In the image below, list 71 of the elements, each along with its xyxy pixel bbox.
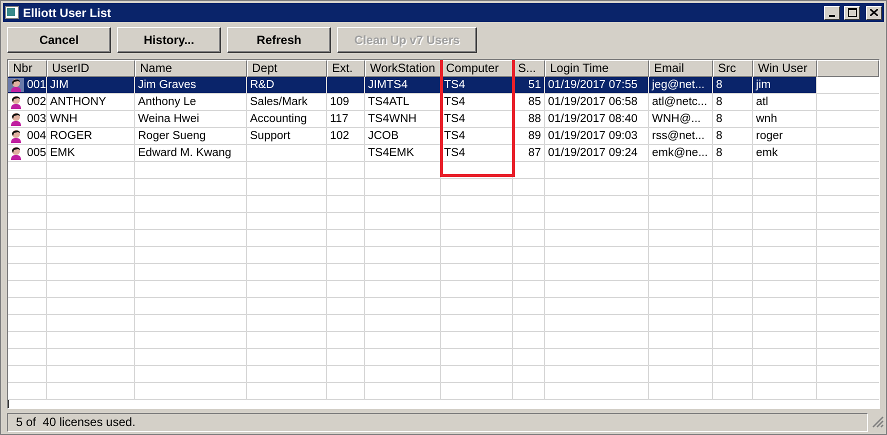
table-cell[interactable]: 002 (8, 94, 47, 111)
window-title: Elliott User List (23, 6, 112, 20)
table-cell[interactable]: TS4 (441, 94, 513, 111)
table-cell[interactable]: 01/19/2017 08:40 (545, 111, 649, 128)
status-bar: 5 of 40 licenses used. (7, 412, 868, 432)
table-cell[interactable]: 8 (713, 77, 753, 94)
table-cell[interactable]: 102 (327, 128, 365, 145)
table-cell[interactable]: 8 (713, 94, 753, 111)
toolbar-button[interactable]: History... (117, 27, 221, 53)
column-header[interactable]: Login Time (545, 60, 649, 77)
column-header[interactable]: Dept (247, 60, 327, 77)
table-cell[interactable]: emk@ne... (649, 145, 713, 162)
column-header[interactable]: Name (135, 60, 247, 77)
table-cell[interactable]: 89 (513, 128, 545, 145)
table-cell[interactable]: Roger Sueng (135, 128, 247, 145)
table-cell[interactable]: atl (753, 94, 817, 111)
table-cell[interactable]: JCOB (365, 128, 441, 145)
table-cell[interactable]: WNH (47, 111, 135, 128)
table-cell[interactable]: TS4 (441, 128, 513, 145)
table-cell[interactable]: atl@netc... (649, 94, 713, 111)
table-cell[interactable]: 8 (713, 145, 753, 162)
table-cell[interactable]: roger (753, 128, 817, 145)
table-cell[interactable]: Accounting (247, 111, 327, 128)
toolbar-button[interactable]: Cancel (7, 27, 111, 53)
table-cell[interactable]: 01/19/2017 09:24 (545, 145, 649, 162)
toolbar-button[interactable]: Refresh (227, 27, 331, 53)
table-cell[interactable]: Weina Hwei (135, 111, 247, 128)
table-cell[interactable]: EMK (47, 145, 135, 162)
table-cell[interactable]: TS4 (441, 77, 513, 94)
column-header[interactable]: Email (649, 60, 713, 77)
table-cell[interactable]: 117 (327, 111, 365, 128)
table-cell[interactable]: Support (247, 128, 327, 145)
column-header[interactable]: Nbr (8, 60, 47, 77)
table-cell[interactable]: 003 (8, 111, 47, 128)
table-cell[interactable]: R&D (247, 77, 327, 94)
table-cell[interactable]: JIMTS4 (365, 77, 441, 94)
column-header[interactable]: UserID (47, 60, 135, 77)
table-cell[interactable]: 51 (513, 77, 545, 94)
table-cell[interactable]: TS4 (441, 145, 513, 162)
table-cell[interactable]: 8 (713, 128, 753, 145)
table-cell[interactable]: ROGER (47, 128, 135, 145)
table-cell[interactable]: rss@net... (649, 128, 713, 145)
table-cell[interactable]: JIM (47, 77, 135, 94)
table-cell[interactable]: Jim Graves (135, 77, 247, 94)
table-cell[interactable]: WNH@... (649, 111, 713, 128)
table-cell[interactable]: 005 (8, 145, 47, 162)
column-header[interactable]: Src (713, 60, 753, 77)
table-cell[interactable]: 01/19/2017 06:58 (545, 94, 649, 111)
table-cell[interactable]: Sales/Mark (247, 94, 327, 111)
table-cell[interactable]: emk (753, 145, 817, 162)
column-header[interactable]: Win User (753, 60, 817, 77)
table-cell[interactable]: 01/19/2017 09:03 (545, 128, 649, 145)
table-cell[interactable]: 109 (327, 94, 365, 111)
table-cell[interactable]: 87 (513, 145, 545, 162)
table-cell[interactable]: 001 (8, 77, 47, 94)
table-cell[interactable]: TS4ATL (365, 94, 441, 111)
table-cell[interactable]: 85 (513, 94, 545, 111)
table-cell[interactable]: Anthony Le (135, 94, 247, 111)
table-cell[interactable]: Edward M. Kwang (135, 145, 247, 162)
column-header[interactable]: Ext. (327, 60, 365, 77)
table-cell[interactable]: TS4EMK (365, 145, 441, 162)
table-cell[interactable]: 01/19/2017 07:55 (545, 77, 649, 94)
table-cell[interactable]: 88 (513, 111, 545, 128)
table-cell[interactable]: 004 (8, 128, 47, 145)
table-cell[interactable]: wnh (753, 111, 817, 128)
table-cell[interactable]: jeg@net... (649, 77, 713, 94)
table-cell[interactable]: TS4WNH (365, 111, 441, 128)
table-cell[interactable]: jim (753, 77, 817, 94)
table-cell[interactable]: ANTHONY (47, 94, 135, 111)
table-cell[interactable]: 8 (713, 111, 753, 128)
table-cell[interactable]: TS4 (441, 111, 513, 128)
